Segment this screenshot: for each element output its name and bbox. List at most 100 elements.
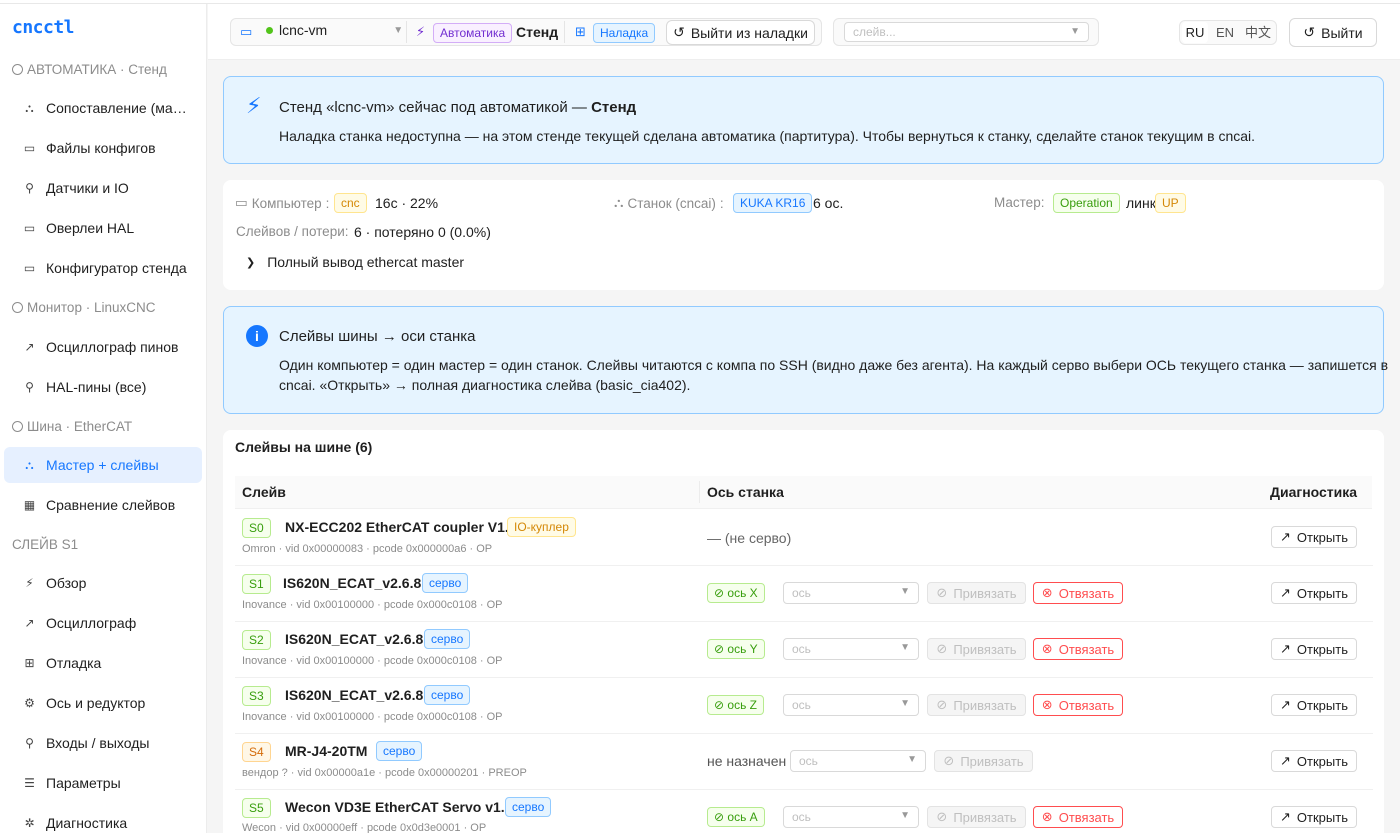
slave-meta: вендор ? · vid 0x00000a1e · pcode 0x0000… — [242, 767, 527, 779]
axis-select[interactable]: ось ▼ — [783, 806, 919, 828]
sidebar-item-mapping[interactable]: ⛬Сопоставление (маппинг) — [4, 90, 202, 126]
open-button[interactable]: ↗ Открыть — [1271, 750, 1357, 772]
open-button[interactable]: ↗ Открыть — [1271, 638, 1357, 660]
alert-text: Наладка станка недоступна — на этом стен… — [279, 128, 1256, 144]
slave-id: S5 — [242, 798, 271, 818]
bind-button[interactable]: ⊘ Привязать — [927, 582, 1026, 604]
unbind-button[interactable]: ⊗ Отвязать — [1033, 582, 1123, 604]
sidebar-group-slave: СЛЕЙВ S1 — [12, 537, 79, 552]
lang-zh[interactable]: 中文 — [1242, 22, 1274, 43]
slave-meta: Inovance · vid 0x00100000 · pcode 0x000c… — [242, 599, 503, 611]
slave-meta: Wecon · vid 0x00000eff · pcode 0x0d3e000… — [242, 822, 487, 833]
vm-select[interactable]: lcnc-vm ▼ — [266, 22, 403, 38]
bind-button[interactable]: ⊘ Привязать — [927, 806, 1026, 828]
clock-icon — [12, 64, 23, 75]
sidebar-item-config-files[interactable]: ▭ Файлы конфигов — [4, 130, 202, 166]
master-state-tag: Operation — [1053, 193, 1120, 213]
col-slave: Слейв — [242, 484, 286, 500]
slave-id: S4 — [242, 742, 271, 762]
plug-icon: ⚲ — [25, 181, 34, 195]
sidebar-item-sensors-io[interactable]: ⚲ Датчики и IO — [4, 170, 202, 206]
sidebar-item-debug[interactable]: ⊞ Отладка — [4, 645, 202, 681]
gear-icon: ⚙ — [24, 696, 35, 710]
sidebar: cncctl АВТОМАТИКА · Стенд ⛬ Сопоставление… — [0, 0, 207, 833]
sidebar-item-pin-oscilloscope[interactable]: ↗ Осциллограф пинов — [4, 329, 202, 365]
bind-button[interactable]: ⊘ Привязать — [934, 750, 1033, 772]
col-divider — [699, 481, 700, 503]
axis-select[interactable]: ось ▼ — [783, 694, 919, 716]
sidebar-item-overview[interactable]: ⚡ Обзор — [4, 565, 202, 601]
slave-type-tag: серво — [424, 629, 471, 649]
list-icon: ☰ — [24, 776, 35, 790]
sidebar-item-hal-pins[interactable]: ⚲ HAL-пины (все) — [4, 369, 202, 405]
slave-meta: Inovance · vid 0x00100000 · pcode 0x000c… — [242, 655, 503, 667]
slave-name: NX-ECC202 EtherCAT coupler V1.2 — [285, 519, 517, 535]
row-divider — [235, 621, 1373, 622]
sidebar-item-diagnostics[interactable]: ✲ Диагностика — [4, 805, 202, 833]
automation-alert — [223, 76, 1384, 164]
folder-icon: ▭ — [23, 221, 36, 235]
logout-icon: ↺ — [1303, 24, 1316, 40]
bolt-icon: ⚡ — [246, 93, 262, 118]
sidebar-item-hal-overlays[interactable]: ▭ Оверлеи HAL — [4, 210, 202, 246]
col-diagnostics: Диагностика — [1270, 484, 1358, 500]
info-icon: i — [246, 325, 268, 347]
chart-icon: ↗ — [1280, 697, 1291, 712]
open-button[interactable]: ↗ Открыть — [1271, 694, 1357, 716]
chart-icon: ↗ — [1280, 809, 1291, 824]
chart-icon: ↗ — [1280, 753, 1291, 768]
lang-ru[interactable]: RU — [1182, 22, 1208, 43]
unbind-button[interactable]: ⊗ Отвязать — [1033, 694, 1123, 716]
sidebar-item-params[interactable]: ☰ Параметры — [4, 765, 202, 801]
link-icon: ⊘ — [936, 809, 948, 824]
exit-setup-button[interactable]: ↺ Выйти из наладки — [666, 20, 815, 45]
monitor-icon: ▭ — [23, 261, 36, 275]
chart-icon: ↗ — [1280, 529, 1291, 544]
open-button[interactable]: ↗ Открыть — [1271, 526, 1357, 548]
axis-select[interactable]: ось ▼ — [783, 582, 919, 604]
ethercat-output-toggle[interactable]: ❯ Полный вывод ethercat master — [246, 254, 464, 270]
sidebar-item-master-slaves[interactable]: ⛬ Мастер + слейвы — [4, 447, 202, 483]
axis-select[interactable]: ось ▼ — [783, 638, 919, 660]
unbind-button[interactable]: ⊗ Отвязать — [1033, 806, 1123, 828]
open-button[interactable]: ↗ Открыть — [1271, 582, 1357, 604]
axis-tag: ⊘ ось X — [707, 583, 765, 603]
lang-en[interactable]: EN — [1212, 22, 1238, 43]
unlink-icon: ⊗ — [1041, 641, 1053, 656]
bind-button[interactable]: ⊘ Привязать — [927, 694, 1026, 716]
slave-name: IS620N_ECAT_v2.6.8 — [283, 575, 422, 591]
bolt-icon: ⚡ — [25, 576, 34, 590]
link-label: линк — [1126, 195, 1156, 211]
sidebar-item-axis-gear[interactable]: ⚙ Ось и редуктор — [4, 685, 202, 721]
app-logo[interactable]: cncctl — [12, 17, 75, 38]
chevron-down-icon: ▼ — [907, 754, 917, 765]
sidebar-item-stand-configurator[interactable]: ▭ Конфигуратор стенда — [4, 250, 202, 286]
unbind-button[interactable]: ⊗ Отвязать — [1033, 638, 1123, 660]
chevron-down-icon: ▼ — [900, 642, 910, 653]
table-header — [235, 476, 1372, 509]
sidebar-item-oscilloscope[interactable]: ↗ Осциллограф — [4, 605, 202, 641]
divider — [564, 21, 565, 43]
chevron-down-icon: ▼ — [393, 24, 404, 36]
link-icon: ⊘ — [936, 697, 948, 712]
sidebar-item-io[interactable]: ⚲ Входы / выходы — [4, 725, 202, 761]
bind-button[interactable]: ⊘ Привязать — [927, 638, 1026, 660]
slave-type-tag: серво — [422, 573, 469, 593]
slaves-table-title: Слейвы на шине (6) — [235, 439, 373, 455]
link-icon: ⊘ — [943, 753, 955, 768]
axis-select[interactable]: ось ▼ — [790, 750, 926, 772]
slave-select[interactable]: слейв... ▼ — [844, 22, 1089, 42]
logout-button[interactable]: ↺ Выйти — [1289, 18, 1377, 47]
bug-icon: ✲ — [24, 816, 35, 830]
chart-icon: ↗ — [24, 616, 35, 630]
open-button[interactable]: ↗ Открыть — [1271, 806, 1357, 828]
bolt-icon: ⚡ — [416, 24, 426, 39]
alert-title: Стенд «lcnc-vm» сейчас под автоматикой —… — [279, 99, 637, 116]
slave-type-tag: серво — [505, 797, 552, 817]
sidebar-item-slave-compare[interactable]: ▦ Сравнение слейвов — [4, 487, 202, 523]
master-label: Мастер: — [994, 195, 1045, 210]
info-text-2: cncai. «Открыть» → полная диагностика сл… — [279, 377, 691, 393]
monitor-group-icon — [12, 302, 23, 313]
chart-icon: ↗ — [1280, 641, 1291, 656]
row-divider — [235, 789, 1373, 790]
